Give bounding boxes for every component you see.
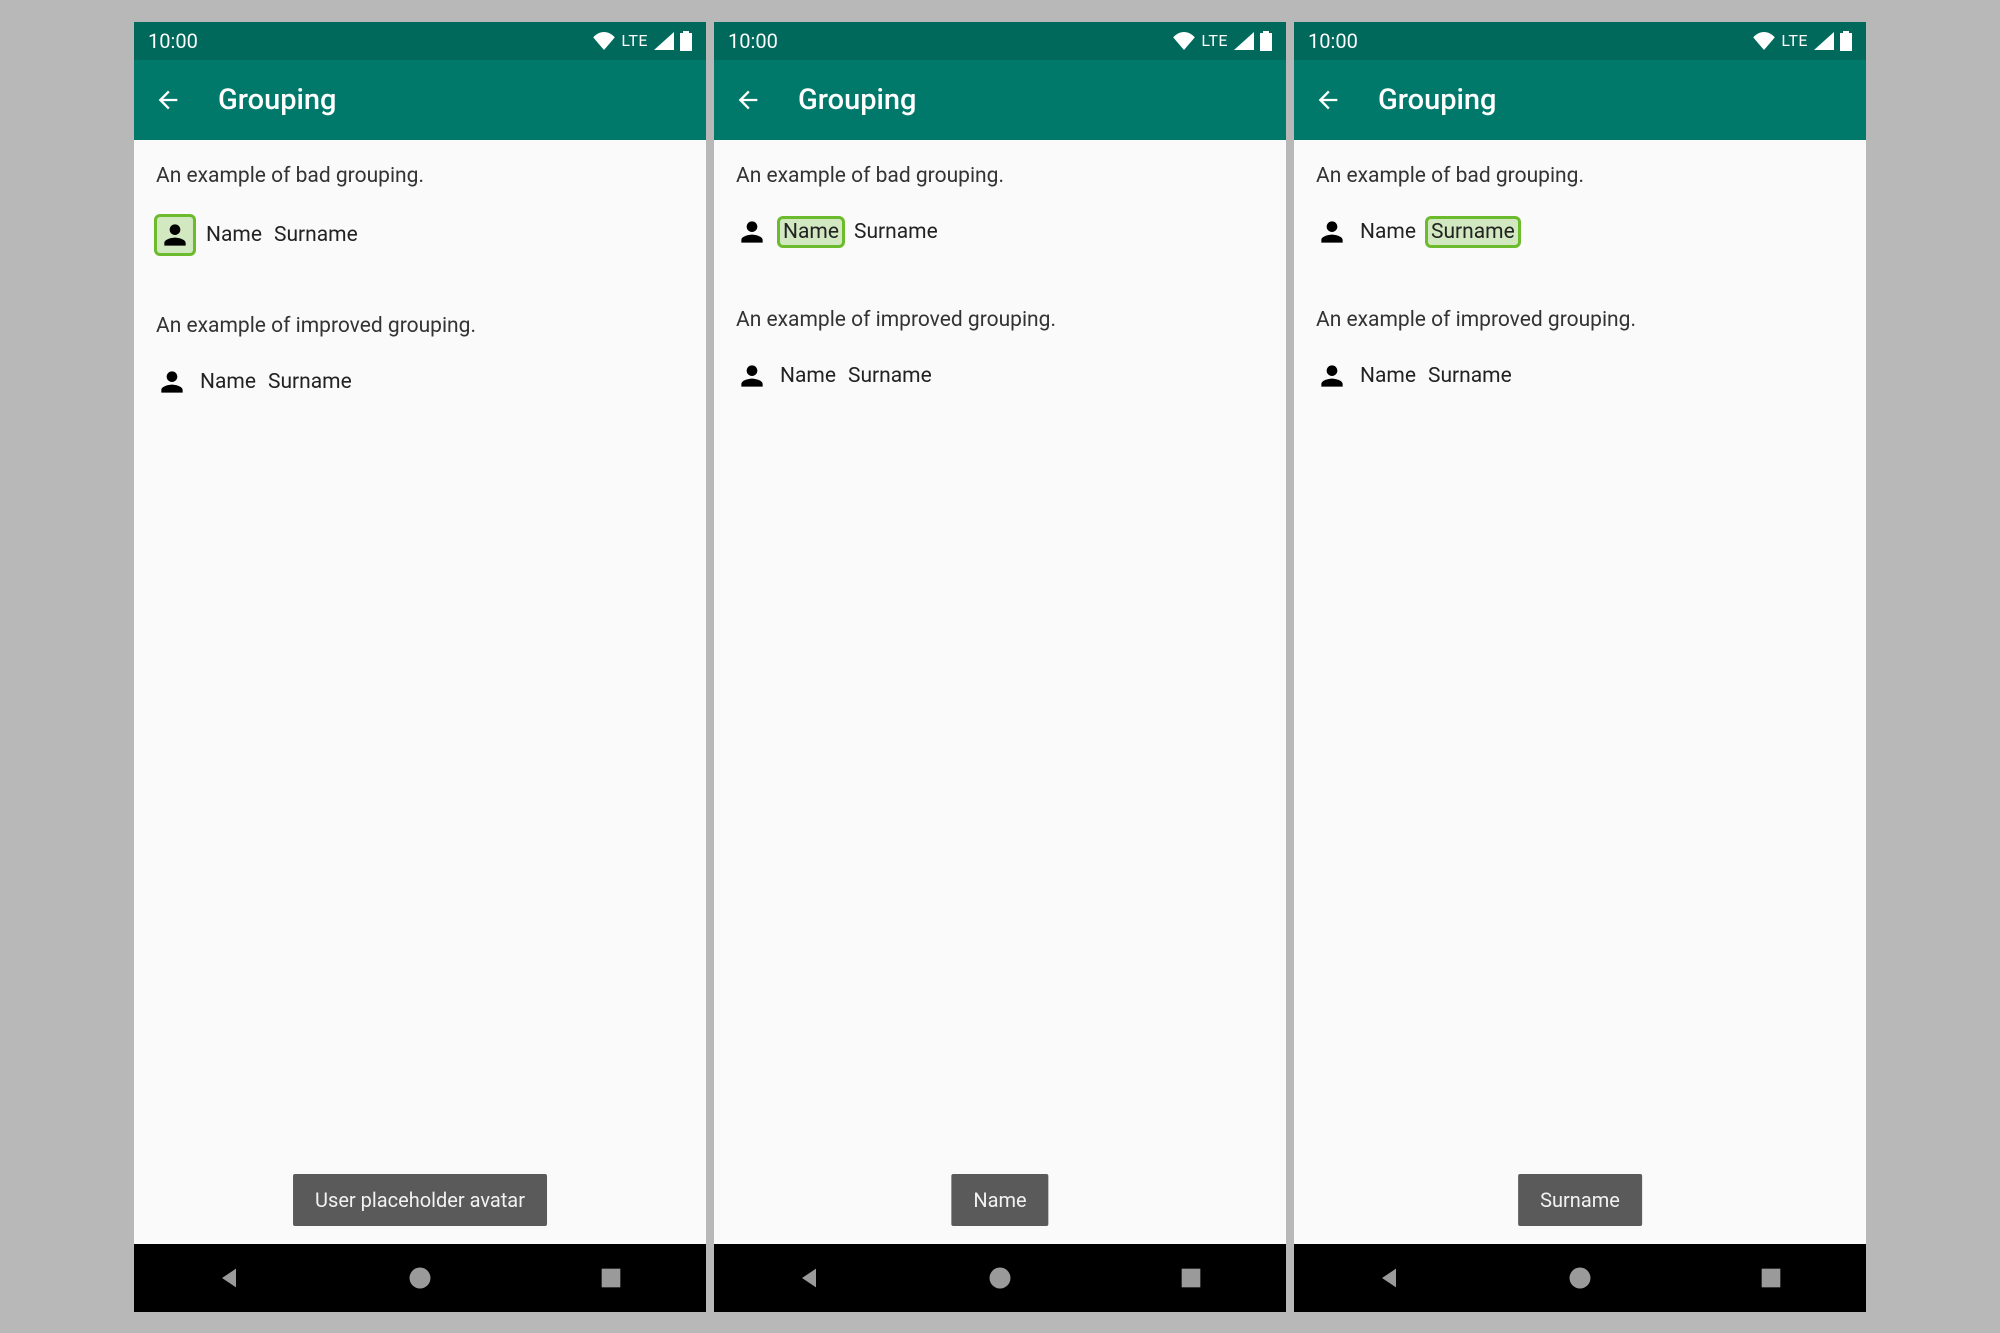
nav-home-icon[interactable] <box>1566 1264 1594 1292</box>
battery-icon <box>680 31 692 51</box>
app-bar: Grouping <box>714 60 1286 140</box>
nav-recent-icon[interactable] <box>1757 1264 1785 1292</box>
phone-screen-1: 10:00 LTE Grouping An example of bad gro… <box>134 22 706 1312</box>
person-icon[interactable] <box>736 216 768 248</box>
surname-text[interactable]: Surname <box>854 220 938 244</box>
nav-back-icon[interactable] <box>795 1264 823 1292</box>
navigation-bar <box>714 1244 1286 1312</box>
person-icon <box>156 366 188 398</box>
bad-grouping-label: An example of bad grouping. <box>736 164 1264 188</box>
surname-text: Surname <box>848 364 932 388</box>
person-icon <box>736 360 768 392</box>
name-text[interactable]: Name <box>777 216 845 248</box>
name-text: Name <box>200 370 256 394</box>
signal-icon <box>1814 32 1834 50</box>
surname-text[interactable]: Surname <box>274 223 358 247</box>
wifi-icon <box>593 32 615 50</box>
content-area: An example of bad grouping. Name Surname… <box>1294 140 1866 1244</box>
status-icons: LTE <box>1753 31 1852 51</box>
phone-screen-3: 10:00 LTE Grouping An example of bad gro… <box>1294 22 1866 1312</box>
improved-grouping-label: An example of improved grouping. <box>736 308 1264 332</box>
name-text[interactable]: Name <box>206 223 262 247</box>
nav-recent-icon[interactable] <box>597 1264 625 1292</box>
signal-icon <box>654 32 674 50</box>
phone-screen-2: 10:00 LTE Grouping An example of bad gro… <box>714 22 1286 1312</box>
person-icon <box>1316 360 1348 392</box>
status-bar: 10:00 LTE <box>1294 22 1866 60</box>
network-label: LTE <box>1201 31 1228 50</box>
status-icons: LTE <box>593 31 692 51</box>
surname-text: Surname <box>1428 364 1512 388</box>
signal-icon <box>1234 32 1254 50</box>
improved-grouping-row[interactable]: Name Surname <box>156 366 684 398</box>
surname-text[interactable]: Surname <box>1425 216 1521 248</box>
app-title: Grouping <box>1378 83 1497 117</box>
battery-icon <box>1840 31 1852 51</box>
toast: User placeholder avatar <box>293 1174 547 1226</box>
name-text: Name <box>1360 364 1416 388</box>
nav-back-icon[interactable] <box>1375 1264 1403 1292</box>
status-time: 10:00 <box>728 29 778 53</box>
app-bar: Grouping <box>1294 60 1866 140</box>
toast: Surname <box>1518 1174 1642 1226</box>
back-arrow-icon[interactable] <box>1314 86 1342 114</box>
improved-grouping-row[interactable]: Name Surname <box>736 360 1264 392</box>
status-time: 10:00 <box>148 29 198 53</box>
nav-recent-icon[interactable] <box>1177 1264 1205 1292</box>
name-text: Name <box>780 364 836 388</box>
bad-grouping-row: Name Surname <box>1316 216 1844 248</box>
improved-grouping-row[interactable]: Name Surname <box>1316 360 1844 392</box>
battery-icon <box>1260 31 1272 51</box>
network-label: LTE <box>1781 31 1808 50</box>
wifi-icon <box>1173 32 1195 50</box>
status-bar: 10:00 LTE <box>134 22 706 60</box>
navigation-bar <box>134 1244 706 1312</box>
app-title: Grouping <box>798 83 917 117</box>
surname-text: Surname <box>268 370 352 394</box>
bad-grouping-label: An example of bad grouping. <box>156 164 684 188</box>
nav-home-icon[interactable] <box>406 1264 434 1292</box>
status-bar: 10:00 LTE <box>714 22 1286 60</box>
highlight-box <box>154 214 196 256</box>
app-title: Grouping <box>218 83 337 117</box>
person-icon[interactable] <box>1316 216 1348 248</box>
improved-grouping-label: An example of improved grouping. <box>1316 308 1844 332</box>
toast: Name <box>951 1174 1048 1226</box>
wifi-icon <box>1753 32 1775 50</box>
nav-home-icon[interactable] <box>986 1264 1014 1292</box>
nav-back-icon[interactable] <box>215 1264 243 1292</box>
bad-grouping-row: Name Surname <box>156 216 684 254</box>
bad-grouping-label: An example of bad grouping. <box>1316 164 1844 188</box>
person-icon[interactable] <box>159 219 191 251</box>
navigation-bar <box>1294 1244 1866 1312</box>
name-text[interactable]: Name <box>1360 220 1416 244</box>
network-label: LTE <box>621 31 648 50</box>
content-area: An example of bad grouping. Name Surname… <box>134 140 706 1244</box>
bad-grouping-row: Name Surname <box>736 216 1264 248</box>
back-arrow-icon[interactable] <box>734 86 762 114</box>
content-area: An example of bad grouping. Name Surname… <box>714 140 1286 1244</box>
status-icons: LTE <box>1173 31 1272 51</box>
status-time: 10:00 <box>1308 29 1358 53</box>
improved-grouping-label: An example of improved grouping. <box>156 314 684 338</box>
app-bar: Grouping <box>134 60 706 140</box>
back-arrow-icon[interactable] <box>154 86 182 114</box>
